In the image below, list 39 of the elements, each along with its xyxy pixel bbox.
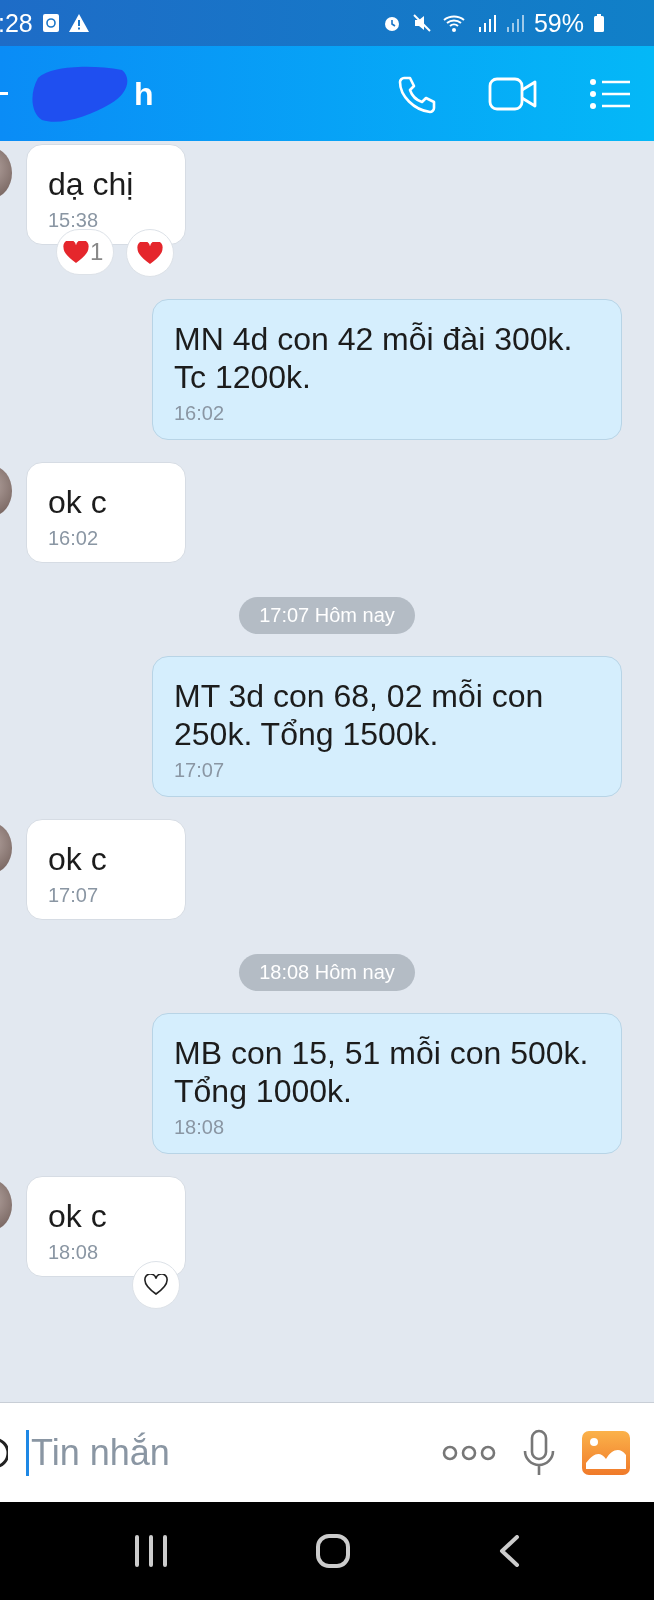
recent-apps-icon[interactable] [133,1535,168,1567]
calendar-icon [42,14,59,32]
message-text: ok c [48,1197,108,1235]
message-time: 16:02 [48,527,100,550]
signal-icon [505,14,524,32]
reaction-count-chip[interactable]: 1 [56,229,115,275]
heart-icon [63,240,89,264]
mute-icon [411,13,432,33]
status-time: :28 [0,8,33,38]
microphone-icon[interactable] [522,1428,556,1477]
like-button[interactable] [132,1261,180,1309]
message-time: 18:08 [48,1241,100,1264]
message-time: 17:07 [48,884,100,907]
back-icon[interactable] [498,1535,521,1567]
gallery-icon[interactable] [582,1430,630,1475]
heart-outline-icon [144,1274,168,1296]
contact-name[interactable]: h [134,75,154,113]
battery-icon [594,14,604,32]
signal-icon [477,14,496,32]
message-time: 16:02 [174,402,226,425]
message-time: 18:08 [174,1116,226,1139]
date-divider: 18:08 Hôm nay [239,954,415,991]
date-divider: 17:07 Hôm nay [239,597,415,634]
message-text: ok c [48,840,108,878]
message-text: MB con 15, 51 mỗi con 500k. Tổng 1000k. [174,1034,590,1110]
menu-icon[interactable] [590,77,630,110]
message-input[interactable]: Tin nhắn [26,1429,416,1476]
heart-icon [137,241,164,265]
home-icon[interactable] [315,1533,351,1569]
battery-percent: 59% [533,8,584,38]
message-time: 17:07 [174,759,226,782]
message-text: ok c [48,483,108,521]
message-text: MN 4d con 42 mỗi đài 300k. Tc 1200k. [174,320,574,396]
message-text: dạ chị [48,165,135,203]
video-camera-icon[interactable] [488,75,538,112]
more-icon[interactable] [442,1444,496,1461]
warning-icon [68,14,89,32]
message-time: 15:38 [48,209,100,232]
message-text: MT 3d con 68, 02 mỗi con 250k. Tổng 1500k. [174,677,545,753]
